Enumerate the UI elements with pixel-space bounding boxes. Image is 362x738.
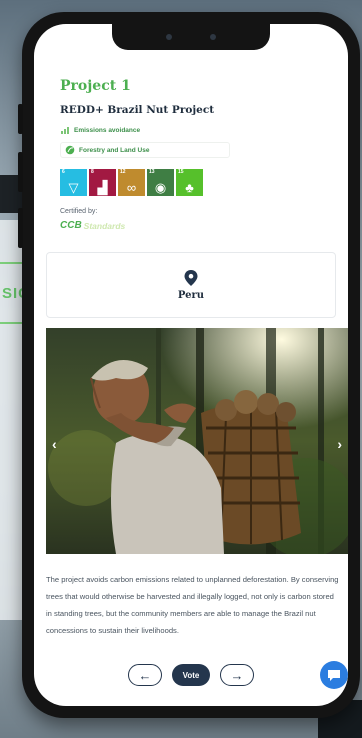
project-description: The project avoids carbon emissions rela… — [46, 575, 339, 635]
arrow-right-icon: → — [230, 667, 244, 683]
sdg-icons: 6 ▽ 8 ▟ 12 ∞ 13 ◉ 15 ♣ — [60, 169, 203, 196]
sdg-8-economic-growth-icon: 8 ▟ — [89, 169, 116, 196]
map-pin-icon — [184, 269, 198, 286]
tag-emissions-avoidance: Emissions avoidance — [60, 122, 140, 138]
phone-side-button — [18, 152, 23, 192]
phone-side-button — [18, 104, 23, 134]
project-title: REDD+ Brazil Nut Project — [60, 104, 215, 116]
phone-frame: Project 1 REDD+ Brazil Nut Project Emiss… — [18, 12, 360, 718]
leaf-icon — [65, 145, 75, 155]
project-navigation: ← Vote → — [34, 664, 348, 686]
ccb-standards-logo: CCB Standards — [60, 220, 126, 231]
chat-bubble-icon — [328, 669, 340, 681]
project-photo: ‹ › — [46, 328, 348, 554]
tag-label: Forestry and Land Use — [79, 146, 150, 154]
phone-screen: Project 1 REDD+ Brazil Nut Project Emiss… — [34, 24, 348, 706]
next-project-button[interactable]: → — [220, 664, 254, 686]
vote-button[interactable]: Vote — [172, 664, 210, 686]
previous-project-button[interactable]: ← — [128, 664, 162, 686]
chart-icon — [61, 127, 69, 134]
carousel-prev-arrow[interactable]: ‹ — [52, 436, 57, 452]
location-card: Peru — [46, 252, 336, 318]
forest-worker-image — [46, 328, 348, 554]
tag-label: Emissions avoidance — [74, 126, 141, 134]
chat-button[interactable] — [320, 661, 348, 689]
certified-label: Certified by: — [60, 208, 98, 215]
arrow-left-icon: ← — [138, 667, 152, 683]
project-number: Project 1 — [60, 78, 131, 94]
sdg-15-life-on-land-icon: 15 ♣ — [176, 169, 203, 196]
sdg-13-climate-action-icon: 13 ◉ — [147, 169, 174, 196]
location-name: Peru — [177, 289, 205, 301]
sdg-12-responsible-consumption-icon: 12 ∞ — [118, 169, 145, 196]
tag-forestry-land-use: Forestry and Land Use — [60, 142, 230, 158]
sdg-6-clean-water-icon: 6 ▽ — [60, 169, 87, 196]
phone-side-button — [18, 208, 23, 248]
phone-notch — [112, 24, 270, 50]
carousel-next-arrow[interactable]: › — [337, 436, 342, 452]
